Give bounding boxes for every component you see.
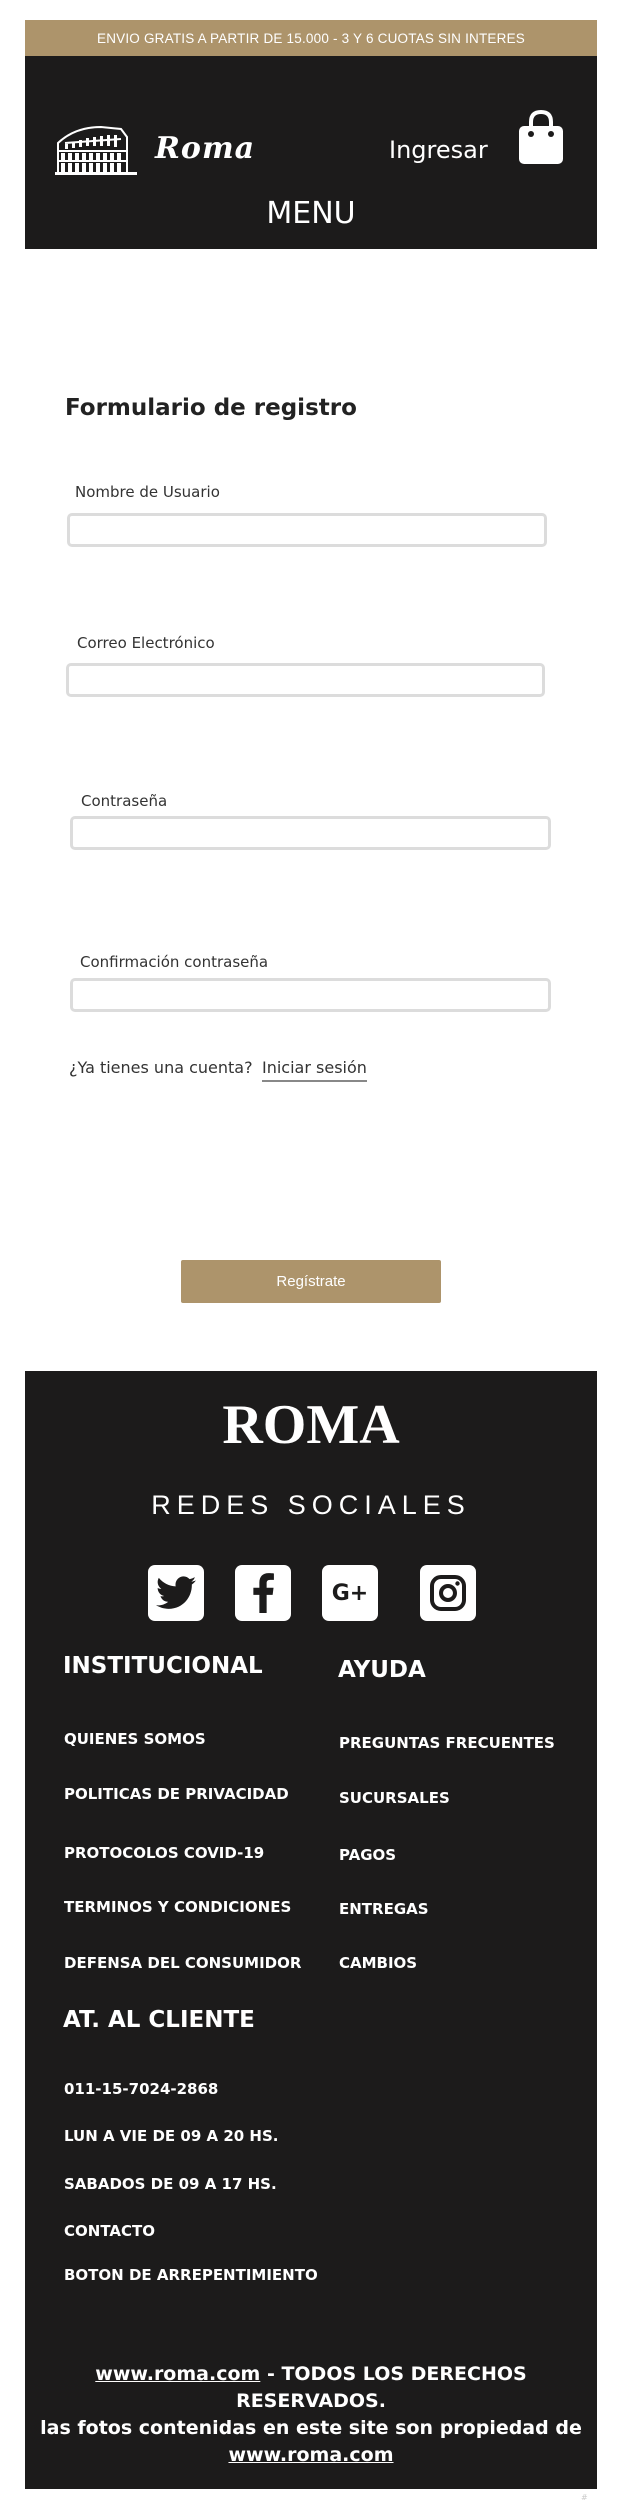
password-input[interactable] (70, 816, 551, 850)
social-heading: REDES SOCIALES (151, 1490, 471, 1520)
password-confirm-input[interactable] (70, 978, 551, 1012)
footer-hours-saturday: SABADOS DE 09 A 17 HS. (64, 2175, 277, 2193)
twitter-icon[interactable] (148, 1565, 204, 1621)
footer-brand: ROMA (222, 1394, 400, 1456)
footer-link-terminos[interactable]: TERMINOS Y CONDICIONES (64, 1898, 291, 1916)
footer-link-quienes-somos[interactable]: QUIENES SOMOS (64, 1730, 206, 1748)
copyright-photos-note: las fotos contenidas en este site son pr… (40, 2417, 582, 2439)
footer-link-cambios[interactable]: CAMBIOS (339, 1954, 417, 1972)
email-input[interactable] (66, 663, 545, 697)
footer-link-contacto[interactable]: CONTACTO (64, 2222, 155, 2240)
password-label: Contraseña (81, 792, 168, 810)
brand-logo-text[interactable]: Roma (155, 131, 255, 166)
help-heading: AYUDA (338, 1657, 426, 1683)
copyright-site-link-2[interactable]: www.roma.com (228, 2444, 393, 2466)
footer-link-defensa[interactable]: DEFENSA DEL CONSUMIDOR (64, 1954, 301, 1972)
copyright-notice: www.roma.com - TODOS LOS DERECHOS RESERV… (25, 2361, 597, 2469)
footer-link-arrepentimiento[interactable]: BOTON DE ARREPENTIMIENTO (64, 2266, 318, 2284)
site-header: Roma Ingresar MENU (25, 56, 597, 249)
menu-button[interactable]: MENU (25, 196, 597, 231)
google-plus-icon[interactable]: G+ (322, 1565, 378, 1621)
email-label: Correo Electrónico (77, 634, 215, 652)
shopping-bag-icon[interactable] (517, 110, 565, 166)
footer-phone[interactable]: 011-15-7024-2868 (64, 2080, 218, 2098)
register-button[interactable]: Regístrate (181, 1260, 441, 1303)
colosseum-icon[interactable] (55, 121, 137, 177)
instagram-icon[interactable] (420, 1565, 476, 1621)
username-label: Nombre de Usuario (75, 483, 220, 501)
username-input[interactable] (67, 513, 547, 547)
footer-link-entregas[interactable]: ENTREGAS (339, 1900, 429, 1918)
copyright-rights: - TODOS LOS DERECHOS RESERVADOS. (236, 2363, 527, 2412)
footer-link-pagos[interactable]: PAGOS (339, 1846, 396, 1864)
copyright-site-link[interactable]: www.roma.com (95, 2363, 260, 2385)
institutional-heading: INSTITUCIONAL (63, 1653, 263, 1679)
watermark: # (581, 2493, 588, 2502)
password-confirm-label: Confirmación contraseña (80, 953, 269, 971)
footer-link-covid[interactable]: PROTOCOLOS COVID-19 (64, 1844, 264, 1862)
promo-banner: ENVIO GRATIS A PARTIR DE 15.000 - 3 Y 6 … (25, 20, 597, 56)
form-title: Formulario de registro (65, 395, 357, 421)
footer-link-sucursales[interactable]: SUCURSALES (339, 1789, 450, 1807)
promo-text: ENVIO GRATIS A PARTIR DE 15.000 - 3 Y 6 … (97, 30, 525, 46)
login-question-text: ¿Ya tienes una cuenta? (69, 1058, 253, 1077)
footer-link-privacidad[interactable]: POLITICAS DE PRIVACIDAD (64, 1785, 289, 1803)
login-link-form[interactable]: Iniciar sesión (262, 1058, 367, 1082)
footer-link-preguntas[interactable]: PREGUNTAS FRECUENTES (339, 1734, 555, 1752)
site-footer: ROMA REDES SOCIALES G+ INSTITUCIONAL QUI… (25, 1371, 597, 2489)
footer-hours-weekdays: LUN A VIE DE 09 A 20 HS. (64, 2127, 279, 2145)
customer-heading: AT. AL CLIENTE (63, 2007, 255, 2033)
login-link[interactable]: Ingresar (389, 136, 488, 164)
facebook-icon[interactable] (235, 1565, 291, 1621)
